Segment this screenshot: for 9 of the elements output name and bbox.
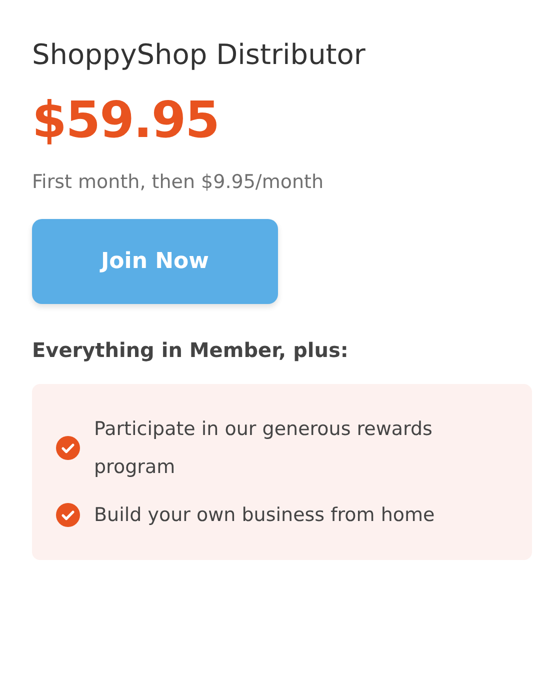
join-button[interactable]: Join Now: [32, 219, 278, 304]
feature-text: Build your own business from home: [94, 503, 435, 528]
check-icon: [56, 436, 80, 460]
price: $59.95: [32, 91, 220, 149]
plan-title: ShoppyShop Distributor: [32, 38, 366, 71]
billing-note: First month, then $9.95/month: [32, 171, 324, 193]
features-heading: Everything in Member, plus:: [32, 338, 350, 362]
check-icon: [56, 503, 80, 527]
feature-text: Participate in our generous rewards program: [94, 417, 434, 480]
